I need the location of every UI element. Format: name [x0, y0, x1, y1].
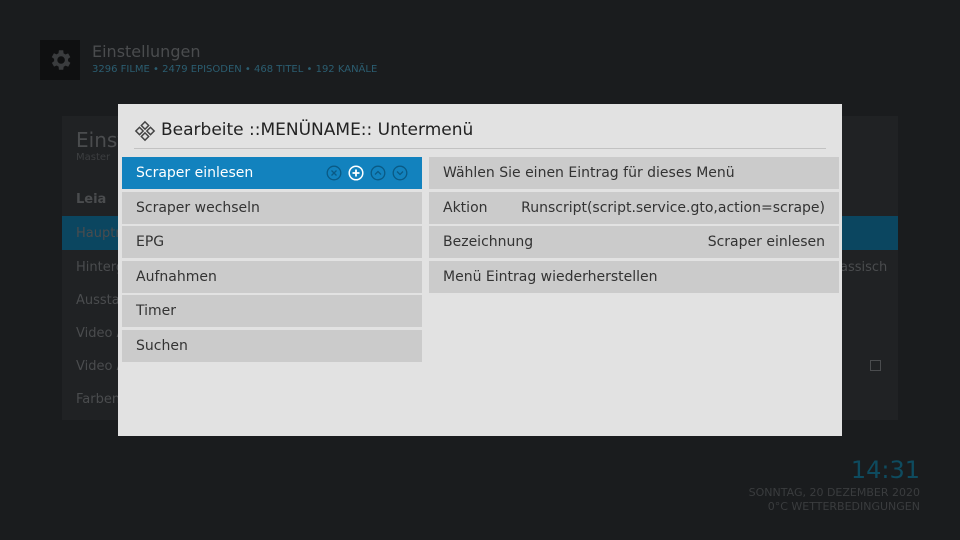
gear-icon — [51, 50, 71, 70]
option-label: Menü Eintrag wiederherstellen — [443, 268, 658, 285]
bg-row: Hinterg — [76, 260, 125, 275]
menu-item-label: Suchen — [136, 337, 188, 354]
menu-item-epg[interactable]: EPG — [122, 226, 422, 259]
bg-row: Leia — [76, 192, 107, 207]
move-down-icon[interactable] — [392, 165, 408, 181]
background-title: Einstellungen — [92, 42, 201, 61]
divider — [134, 148, 826, 149]
kodi-logo-icon — [134, 120, 156, 142]
date: SONNTAG, 20 DEZEMBER 2020 — [748, 486, 920, 499]
menu-item-label: Timer — [136, 303, 177, 320]
option-label-name[interactable]: Bezeichnung Scraper einlesen — [429, 226, 839, 259]
remove-icon[interactable] — [326, 165, 342, 181]
move-up-icon[interactable] — [370, 165, 386, 181]
weather: 0°C WETTERBEDINGUNGEN — [767, 500, 920, 513]
menu-item-scraper-einlesen[interactable]: Scraper einlesen — [122, 157, 422, 189]
menu-item-label: Aufnahmen — [136, 268, 217, 285]
option-restore-entry[interactable]: Menü Eintrag wiederherstellen — [429, 260, 839, 293]
option-value: Runscript(script.service.gto,action=scra… — [521, 199, 825, 216]
settings-icon-box — [40, 40, 80, 80]
submenu-list: Scraper einlesen Scraper wechseln EPG Au… — [122, 157, 422, 365]
clock: 14:31 — [850, 456, 920, 484]
menu-item-suchen[interactable]: Suchen — [122, 329, 422, 362]
option-label: Aktion — [443, 199, 488, 216]
option-value: Scraper einlesen — [707, 234, 825, 251]
menu-item-aufnahmen[interactable]: Aufnahmen — [122, 260, 422, 293]
item-controls — [326, 165, 408, 181]
library-stats: 3296 FILME • 2479 EPISODEN • 468 TITEL •… — [92, 64, 378, 75]
option-label: Bezeichnung — [443, 234, 534, 251]
bg-row: Farben — [76, 392, 121, 407]
option-action[interactable]: Aktion Runscript(script.service.gto,acti… — [429, 191, 839, 224]
menu-item-label: Scraper einlesen — [136, 165, 254, 181]
menu-item-label: EPG — [136, 234, 165, 251]
menu-item-timer[interactable]: Timer — [122, 295, 422, 328]
bg-row-value: assisch — [840, 260, 888, 275]
item-options-list: Wählen Sie einen Eintrag für dieses Menü… — [429, 157, 839, 295]
panel-subtitle: Master — [76, 152, 111, 163]
dialog-title: Bearbeite ::MENÜNAME:: Untermenü — [161, 120, 474, 140]
menu-item-scraper-wechseln[interactable]: Scraper wechseln — [122, 191, 422, 224]
edit-submenu-dialog: Bearbeite ::MENÜNAME:: Untermenü Scraper… — [118, 104, 842, 436]
option-label: Wählen Sie einen Eintrag für dieses Menü — [443, 165, 735, 181]
menu-item-label: Scraper wechseln — [136, 199, 260, 216]
add-icon[interactable] — [348, 165, 364, 181]
bg-checkbox — [870, 360, 881, 371]
option-choose-entry[interactable]: Wählen Sie einen Eintrag für dieses Menü — [429, 157, 839, 189]
